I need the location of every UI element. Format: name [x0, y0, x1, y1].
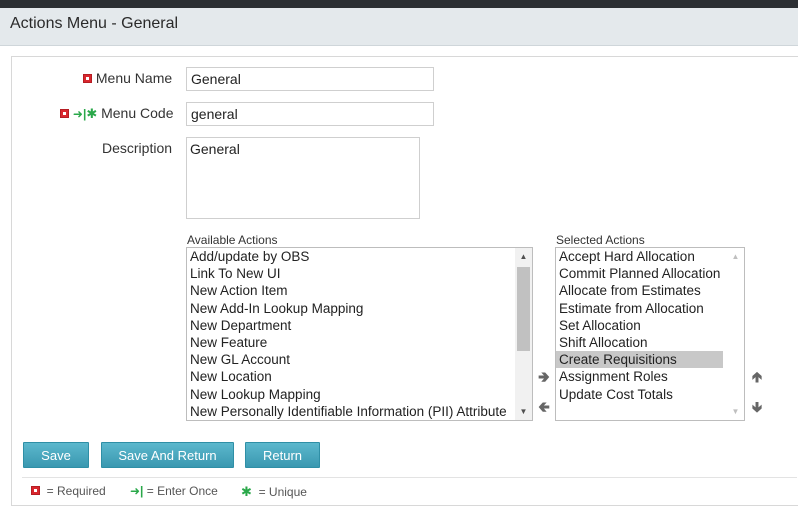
selected-actions-caption: Selected Actions: [556, 233, 645, 247]
list-item[interactable]: Set Allocation: [556, 317, 744, 334]
legend-required-text: = Required: [46, 484, 106, 498]
available-actions-caption: Available Actions: [187, 233, 278, 247]
legend-required: = Required: [31, 484, 106, 500]
title-bar: Actions Menu - General: [0, 8, 798, 46]
list-item[interactable]: Commit Planned Allocation: [556, 265, 744, 282]
selected-actions-scrollbar[interactable]: ▲ ▼: [727, 248, 744, 420]
menu-name-label: Menu Name: [95, 70, 173, 86]
list-item[interactable]: New Location: [187, 368, 532, 385]
save-button[interactable]: Save: [23, 442, 89, 468]
scroll-down-icon[interactable]: ▼: [515, 403, 532, 420]
scroll-thumb[interactable]: [517, 267, 530, 351]
description-textarea[interactable]: General: [186, 137, 420, 219]
list-item[interactable]: Update Cost Totals: [556, 386, 744, 403]
list-item[interactable]: Allocate from Estimates: [556, 282, 744, 299]
required-icon: [31, 486, 40, 495]
scroll-down-icon[interactable]: ▼: [727, 403, 744, 420]
legend-enter-once-text: = Enter Once: [146, 484, 218, 498]
list-item[interactable]: Shift Allocation: [556, 334, 744, 351]
divider: [22, 477, 797, 478]
unique-icon: ✱: [241, 484, 252, 499]
selected-actions-list[interactable]: Accept Hard Allocation Commit Planned Al…: [555, 247, 745, 421]
move-left-icon[interactable]: 🢀: [536, 400, 552, 416]
menu-code-input[interactable]: [186, 102, 434, 126]
page-title: Actions Menu - General: [10, 15, 179, 32]
description-label: Description: [102, 140, 173, 156]
menu-name-input[interactable]: [186, 67, 434, 91]
list-item[interactable]: Accept Hard Allocation: [556, 248, 744, 265]
list-item[interactable]: New Feature: [187, 334, 532, 351]
unique-icon: ✱: [86, 106, 98, 121]
available-actions-scrollbar[interactable]: ▲ ▼: [515, 248, 532, 420]
required-icon: [83, 74, 92, 83]
move-down-icon[interactable]: 🢃: [749, 400, 765, 416]
enter-once-icon: ➜|: [130, 484, 144, 498]
menu-code-label: Menu Code: [101, 105, 174, 121]
move-up-icon[interactable]: 🢁: [749, 370, 765, 386]
list-item[interactable]: Add/update by OBS: [187, 248, 532, 265]
list-item[interactable]: New Lookup Mapping: [187, 386, 532, 403]
list-item-selected[interactable]: Create Requisitions: [556, 351, 723, 369]
legend-enter-once: ➜| = Enter Once: [130, 484, 218, 500]
list-item[interactable]: New Department: [187, 317, 532, 334]
required-icon: [60, 109, 69, 118]
list-item[interactable]: New Personally Identifiable Information …: [187, 403, 532, 420]
menu-code-label-group: ➜|✱ Menu Code: [60, 105, 174, 122]
scroll-up-icon[interactable]: ▲: [727, 248, 744, 265]
enter-once-icon: ➜|: [72, 107, 87, 121]
legend-unique-text: = Unique: [258, 485, 307, 499]
save-and-return-button[interactable]: Save And Return: [101, 442, 234, 468]
list-item[interactable]: Link To New UI: [187, 265, 532, 282]
list-item[interactable]: Assignment Roles: [556, 368, 744, 385]
list-item[interactable]: New GL Account: [187, 351, 532, 368]
menu-name-label-group: Menu Name: [83, 70, 172, 86]
legend-unique: ✱ = Unique: [241, 484, 307, 500]
scroll-up-icon[interactable]: ▲: [515, 248, 532, 265]
list-item[interactable]: New Add-In Lookup Mapping: [187, 300, 532, 317]
description-value: General: [190, 141, 240, 157]
return-button[interactable]: Return: [245, 442, 320, 468]
form-panel: Menu Name ➜|✱ Menu Code Description Gene…: [11, 56, 798, 506]
move-right-icon[interactable]: 🢂: [536, 370, 552, 386]
list-item[interactable]: Estimate from Allocation: [556, 300, 744, 317]
list-item[interactable]: New Action Item: [187, 282, 532, 299]
available-actions-list[interactable]: Add/update by OBS Link To New UI New Act…: [186, 247, 533, 421]
top-bar: [0, 0, 798, 8]
